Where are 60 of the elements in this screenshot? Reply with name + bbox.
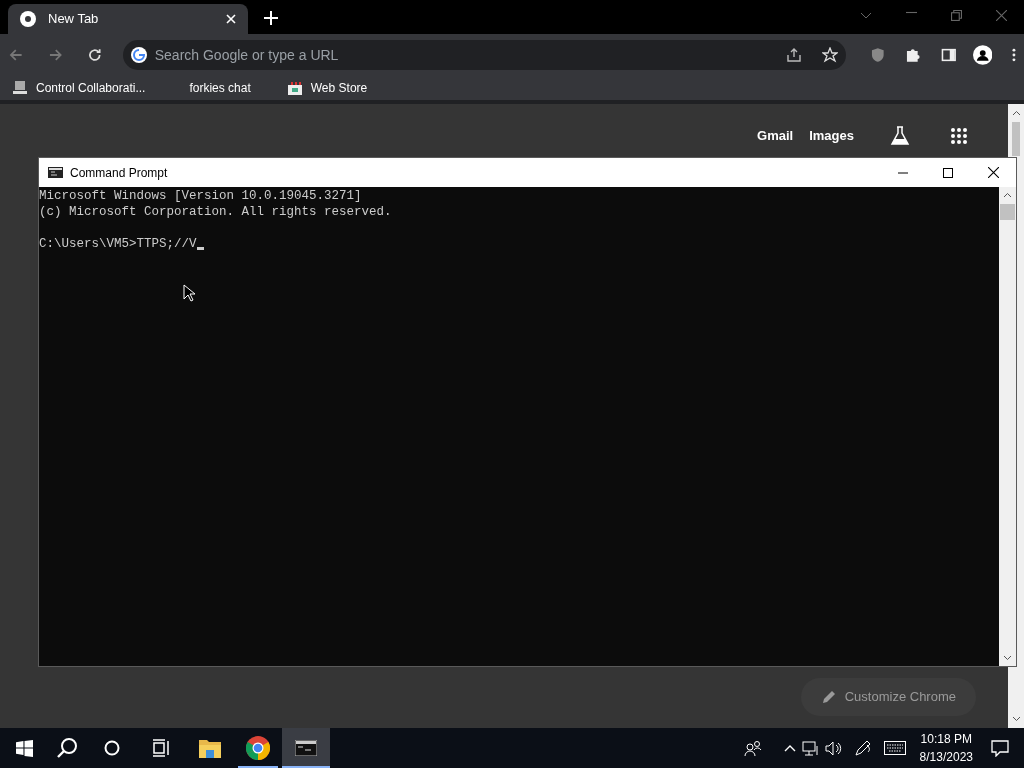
customize-chrome-button[interactable]: Customize Chrome — [800, 678, 976, 716]
bookmark-link[interactable]: Web Store — [286, 79, 368, 97]
shield-icon[interactable] — [869, 47, 886, 63]
task-view-icon[interactable] — [152, 739, 170, 757]
console-app-icon — [295, 740, 317, 756]
maximize-icon[interactable] — [943, 167, 953, 178]
store-icon — [286, 80, 303, 96]
close-tab-icon[interactable] — [226, 14, 236, 24]
bookmark-link[interactable]: Control Collaborati... — [12, 79, 146, 97]
scroll-up-icon[interactable] — [1011, 110, 1021, 116]
console-app-icon — [48, 167, 63, 178]
cortana-circle-icon[interactable] — [104, 740, 120, 756]
new-tab-icon[interactable] — [264, 11, 278, 25]
pen-icon[interactable] — [853, 739, 872, 757]
folder-icon — [199, 738, 221, 758]
command-input-line[interactable]: C:\Users\VM5>TTPS;//V — [39, 236, 197, 252]
scroll-thumb[interactable] — [1000, 204, 1015, 220]
scroll-thumb[interactable] — [1012, 122, 1020, 156]
window-title: Command Prompt — [70, 164, 168, 182]
header-link[interactable]: Images — [809, 126, 854, 146]
keyboard-icon[interactable] — [883, 741, 906, 755]
sidebar-icon[interactable] — [941, 47, 957, 63]
pencil-icon — [820, 689, 837, 705]
network-icon[interactable] — [801, 739, 819, 757]
menu-icon[interactable] — [1012, 47, 1016, 63]
scroll-down-icon[interactable] — [1011, 716, 1021, 722]
console-output-line: Microsoft Windows [Version 10.0.19045.3271] — [39, 188, 362, 204]
notification-icon[interactable] — [991, 739, 1009, 757]
share-icon[interactable] — [785, 47, 802, 63]
flask-icon[interactable] — [890, 126, 910, 146]
star-icon[interactable] — [821, 47, 838, 63]
google-icon — [130, 47, 147, 63]
computer-icon — [12, 80, 28, 96]
profile-avatar-icon[interactable] — [972, 45, 993, 65]
clock-time[interactable]: 10:18 PM — [920, 730, 972, 748]
chevron-up-icon[interactable] — [783, 744, 796, 752]
forward-icon[interactable] — [47, 47, 64, 63]
search-icon[interactable] — [56, 737, 78, 759]
windows-start-icon[interactable] — [16, 739, 33, 757]
clock-date[interactable]: 8/13/2023 — [919, 748, 973, 766]
scroll-down-icon[interactable] — [1003, 655, 1012, 661]
tab-search-icon[interactable] — [860, 12, 872, 20]
people-icon[interactable] — [743, 739, 762, 757]
apps-grid-icon[interactable] — [950, 127, 968, 145]
console-scrollbar[interactable] — [999, 187, 1016, 666]
taskbar-app-button[interactable] — [282, 728, 330, 768]
back-icon[interactable] — [8, 47, 24, 63]
text-cursor — [196, 247, 204, 250]
browser-tab[interactable]: New Tab — [8, 4, 248, 34]
bookmark-link[interactable]: forkies chat — [181, 79, 251, 97]
restore-icon[interactable] — [951, 10, 962, 21]
reload-icon[interactable] — [87, 47, 103, 63]
volume-icon[interactable] — [824, 739, 842, 757]
header-link[interactable]: Gmail — [757, 126, 794, 146]
scroll-up-icon[interactable] — [1003, 192, 1012, 198]
close-icon[interactable] — [988, 167, 999, 178]
address-bar[interactable]: Search Google or type a URL — [122, 40, 846, 70]
console-output-line: (c) Microsoft Corporation. All rights reserved. — [39, 204, 392, 220]
mouse-pointer-icon — [183, 284, 195, 302]
puzzle-icon[interactable] — [905, 47, 921, 63]
